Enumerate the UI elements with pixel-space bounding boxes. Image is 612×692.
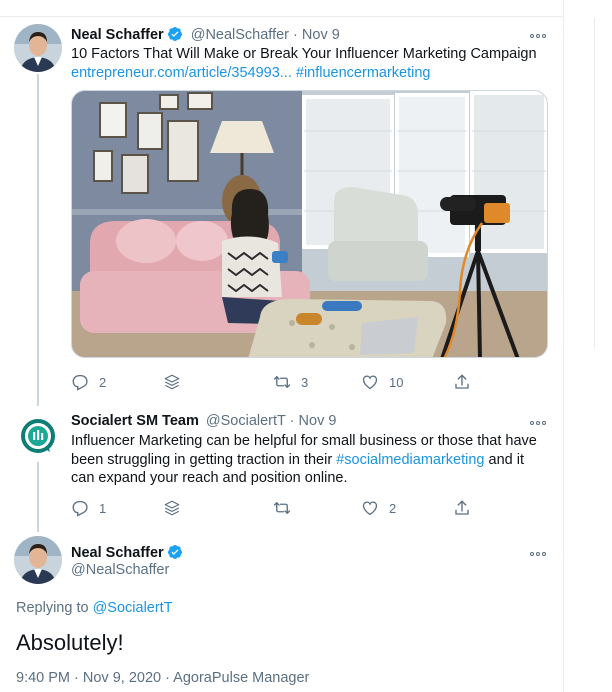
author-handle[interactable]: @NealSchaffer	[191, 27, 289, 43]
like-icon	[362, 375, 378, 390]
replying-to: Replying to @SocialertT	[16, 600, 173, 616]
divider	[0, 16, 564, 17]
socialert-logo	[21, 419, 55, 453]
share-action[interactable]	[453, 498, 471, 518]
tweet-header: Neal Schaffer @NealSchaffer · Nov 9	[71, 26, 340, 43]
thread-line	[37, 462, 39, 532]
avatar-image	[14, 536, 62, 584]
author-name[interactable]: Socialert SM Team	[71, 413, 199, 429]
article-link[interactable]: entrepreneur.com/article/354993...	[71, 65, 292, 81]
analytics-icon	[164, 374, 180, 390]
author-handle[interactable]: @SocialertT	[206, 413, 286, 429]
retweet-icon	[273, 376, 291, 388]
author-name[interactable]: Neal Schaffer	[71, 545, 164, 561]
tweet-media-image[interactable]	[71, 90, 548, 358]
verified-badge-icon	[167, 27, 182, 41]
retweet-count: 3	[301, 374, 309, 390]
avatar[interactable]	[14, 412, 62, 460]
tweet-meta[interactable]: 9:40 PM · Nov 9, 2020 · AgoraPulse Manag…	[16, 670, 309, 686]
retweet-action[interactable]: 3	[273, 372, 308, 392]
tweet-actions: 1 2	[71, 498, 551, 518]
divider	[594, 18, 595, 348]
author-handle[interactable]: @NealSchaffer	[71, 562, 169, 578]
more-icon[interactable]	[528, 27, 548, 43]
hashtag-link[interactable]: #socialmediamarketing	[336, 452, 484, 468]
like-count: 2	[389, 500, 397, 516]
like-action[interactable]: 10	[361, 372, 403, 392]
avatar[interactable]	[14, 24, 62, 72]
avatar-image	[14, 24, 62, 72]
tweet-actions: 2 3 10	[71, 372, 551, 392]
photo-living-room	[72, 91, 547, 357]
reply-icon	[72, 500, 88, 517]
retweet-action[interactable]	[273, 498, 301, 518]
replying-to-label: Replying to	[16, 600, 89, 616]
tweet-date[interactable]: Nov 9	[302, 27, 340, 43]
separator: ·	[289, 413, 295, 429]
retweet-icon	[273, 502, 291, 514]
tweet-body: 10 Factors That Will Make or Break Your …	[71, 46, 537, 62]
thread-line	[37, 74, 39, 406]
focused-header: Neal Schaffer	[71, 544, 183, 561]
reply-icon	[72, 374, 88, 391]
like-icon	[362, 501, 378, 516]
like-action[interactable]: 2	[361, 498, 396, 518]
verified-badge-icon	[167, 545, 182, 559]
reply-action[interactable]: 1	[71, 498, 106, 518]
tweet-header: Socialert SM Team @SocialertT · Nov 9	[71, 413, 336, 429]
separator: ·	[293, 27, 298, 43]
share-icon	[455, 374, 469, 389]
like-count: 10	[389, 374, 404, 390]
author-name[interactable]: Neal Schaffer	[71, 27, 164, 43]
more-icon[interactable]	[528, 545, 548, 561]
avatar[interactable]	[14, 536, 62, 584]
share-action[interactable]	[453, 372, 471, 392]
tweet-text: Influencer Marketing can be helpful for …	[71, 432, 551, 488]
analytics-action[interactable]	[163, 372, 181, 392]
reply-count: 1	[99, 500, 107, 516]
hashtag-link[interactable]: #influencermarketing	[296, 65, 431, 81]
tweet-date[interactable]: Nov 9	[299, 413, 337, 429]
reply-action[interactable]: 2	[71, 372, 106, 392]
replying-to-handle[interactable]: @SocialertT	[93, 600, 173, 616]
focused-tweet-text: Absolutely!	[16, 630, 124, 655]
share-icon	[455, 500, 469, 515]
analytics-action[interactable]	[163, 498, 181, 518]
more-icon[interactable]	[528, 414, 548, 430]
focused-handle-row: @NealSchaffer	[71, 562, 169, 578]
right-panel-edge	[590, 0, 612, 692]
analytics-icon	[164, 500, 180, 516]
reply-count: 2	[99, 374, 107, 390]
tweet-text: 10 Factors That Will Make or Break Your …	[71, 45, 541, 82]
